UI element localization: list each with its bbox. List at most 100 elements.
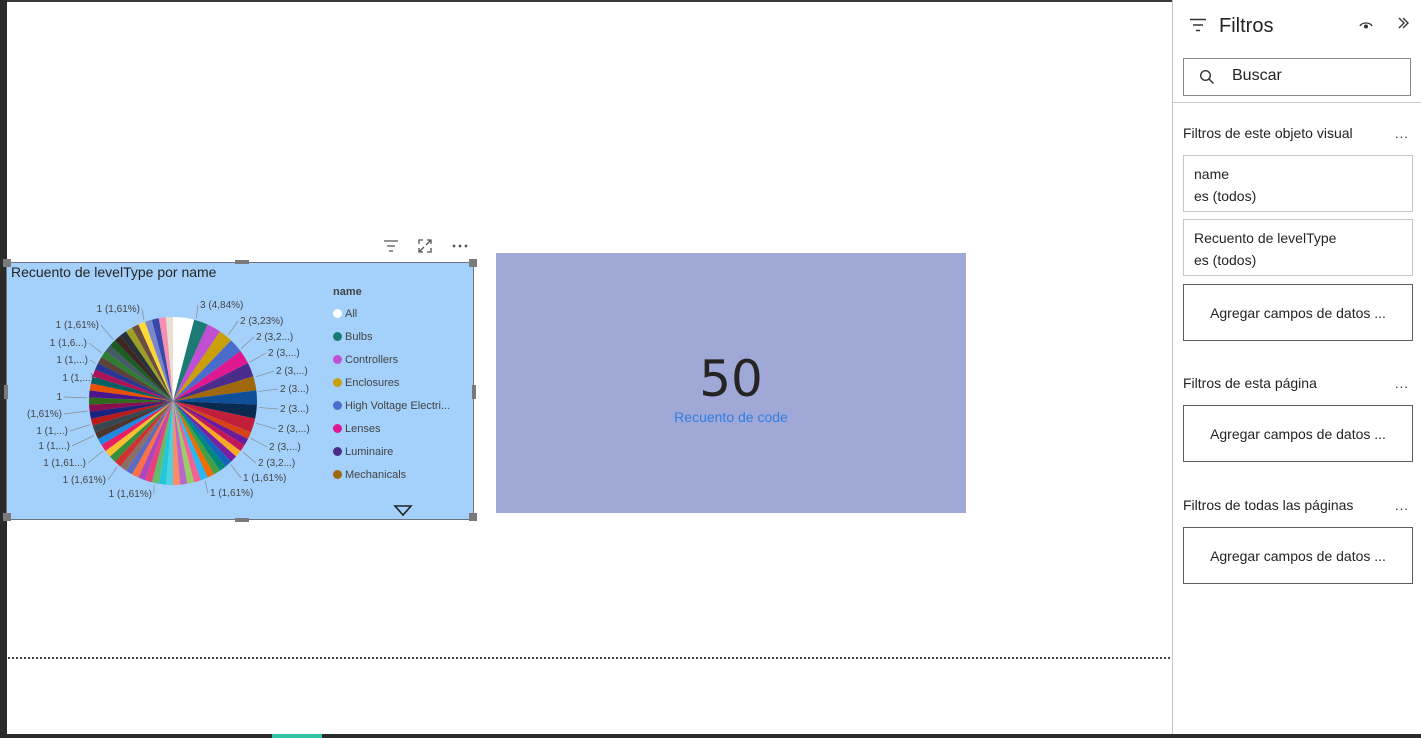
legend-label: Luminaire [345,445,394,458]
legend-marker [333,447,342,456]
filter-icon [1189,18,1207,37]
data-label: 2 (3,...) [268,348,300,359]
leader-line [63,410,88,415]
leader-line [250,437,268,448]
card-label: Recuento de code [674,409,788,425]
visual-filters-title: Filtros de este objeto visual [1183,125,1353,141]
legend: name All Bulbs Controllers Enclosures High V… [333,286,450,486]
legend-label: Enclosures [345,376,400,389]
data-label: 2 (3,2...) [258,458,295,469]
focus-mode-icon[interactable] [416,238,434,254]
leader-line [227,320,239,336]
pie-chart-visual[interactable]: Recuento de levelType por name 3 (4,84%)… [3,259,477,522]
legend-item[interactable]: High Voltage Electri... [333,394,450,417]
legend-marker [333,332,342,341]
leader-line [69,424,91,432]
legend-item[interactable]: All [333,302,450,325]
data-label: 2 (3...) [280,384,309,395]
visual-filter-icon[interactable] [382,238,400,254]
leader-line [255,422,277,430]
legend-label: Bulbs [345,330,373,343]
legend-label: Mechanicals [345,468,407,481]
filter-pane-title: Filtros [1219,15,1274,37]
data-label: 1 (1,...) [36,426,68,437]
legend-marker [333,424,342,433]
more-options-icon[interactable] [451,238,469,254]
data-label: 1 (1,61%) [243,473,286,484]
add-all-pages-filter-dropzone[interactable]: Agregar campos de datos ... [1183,527,1413,584]
legend-scroll-down-icon[interactable] [393,504,413,522]
add-visual-filter-dropzone[interactable]: Agregar campos de datos ... [1183,284,1413,341]
legend-title: name [333,286,362,298]
data-label: 1 (1,61%) [97,304,140,315]
legend-item[interactable]: Enclosures [333,371,450,394]
data-label: 1 (1,...) [62,373,94,384]
data-label: 2 (3,...) [269,442,301,453]
data-label: 1 (1,...) [56,355,88,366]
leader-line [258,388,279,392]
filter-condition: es (todos) [1194,252,1257,268]
legend-item[interactable]: Mechanicals [333,463,450,486]
legend-item[interactable]: Bulbs [333,325,450,348]
page-filters-title: Filtros de esta página [1183,375,1317,391]
leader-line [71,435,95,447]
card-value: 50 [699,350,763,408]
filter-card-levelType-count[interactable]: Recuento de levelType es (todos) [1183,219,1413,276]
data-label: 2 (3...) [280,404,309,415]
leader-line [63,396,88,399]
legend-label: All [345,307,358,320]
data-label: 1 (1,61...) [43,458,86,469]
leader-line [100,324,114,340]
leader-line [249,352,267,363]
filter-search-box[interactable] [1183,58,1411,96]
active-page-tab-indicator[interactable] [272,734,322,738]
all-pages-filters-title: Filtros de todas las páginas [1183,497,1354,513]
data-label: 2 (3,...) [276,366,308,377]
legend-item[interactable]: Controllers [333,348,450,371]
search-input[interactable] [1232,67,1392,85]
visual-filters-more-button[interactable]: ... [1395,126,1409,141]
data-label: 1 (1,61%) [109,489,152,500]
data-label: 1 [56,392,62,403]
legend-item[interactable]: Lenses [333,417,450,440]
filter-card-name[interactable]: name es (todos) [1183,155,1413,212]
data-label: 1 (1,61%) [210,488,253,499]
search-icon [1199,69,1215,90]
filter-pane: Filtros Filtros de este objeto visual ..… [1172,0,1421,734]
add-page-filter-dropzone[interactable]: Agregar campos de datos ... [1183,405,1413,462]
page-boundary-line [8,657,1170,659]
leader-line [258,407,279,410]
filter-field: Recuento de levelType [1194,230,1337,246]
eye-icon[interactable] [1359,18,1373,36]
legend-marker [333,378,342,387]
filter-field: name [1194,166,1230,182]
page-filters-more-button[interactable]: ... [1395,376,1409,391]
legend-item[interactable]: Luminaire [333,440,450,463]
data-label: 3 (4,84%) [200,300,243,311]
leader-line [88,342,102,354]
leader-line [141,308,145,321]
legend-marker [333,401,342,410]
card-visual[interactable]: 50 Recuento de code [496,253,966,513]
leader-line [107,466,118,481]
legend-label: Controllers [345,353,399,366]
divider [1173,102,1421,103]
legend-marker [333,470,342,479]
collapse-pane-icon[interactable] [1397,16,1409,35]
leader-line [87,450,104,464]
legend-marker [333,309,342,318]
data-label: 2 (3,23%) [240,316,283,327]
leader-line [242,451,257,464]
all-pages-filters-more-button[interactable]: ... [1395,498,1409,513]
legend-label: Lenses [345,422,381,435]
data-label: 1 (1,61%) [63,475,106,486]
leader-line [230,464,242,479]
legend-marker [333,355,342,364]
leader-line [255,370,275,378]
filter-condition: es (todos) [1194,188,1257,204]
leader-line [195,304,199,319]
leader-line [240,336,255,349]
leader-line [204,480,209,494]
legend-label: High Voltage Electri... [345,399,451,412]
data-label: 1 (1,6...) [50,338,87,349]
